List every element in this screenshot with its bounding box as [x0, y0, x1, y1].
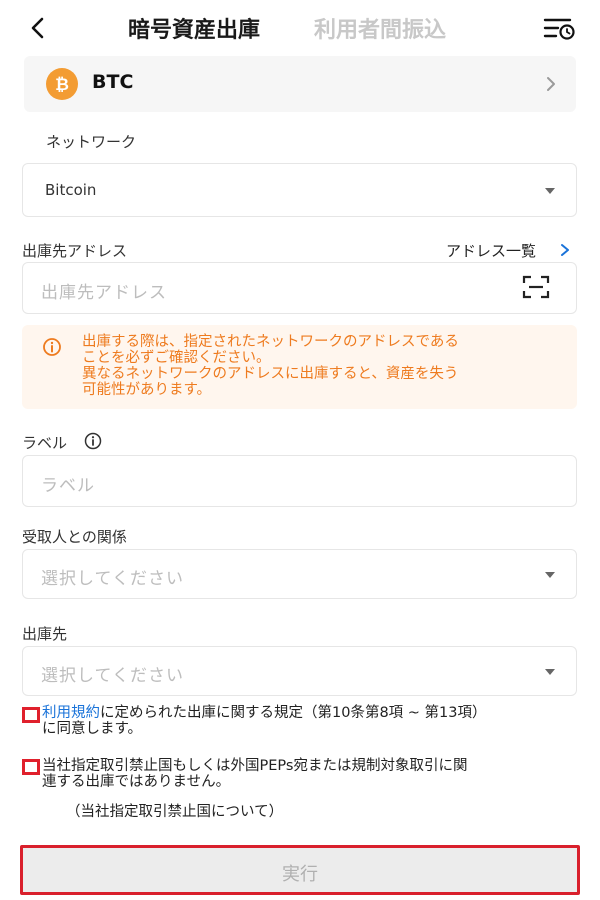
caret-down-icon: [545, 572, 555, 578]
destination-placeholder: 選択してください: [41, 666, 184, 686]
sanction-text-line-1: 当社指定取引禁止国もしくは外国PEPs宛または規制対象取引に関: [42, 758, 468, 774]
history-filter-icon[interactable]: [542, 14, 576, 42]
destination-label: 出庫先: [22, 625, 68, 643]
header: 暗号資産出庫 利用者間振込: [0, 0, 600, 58]
terms-text-line-1: に定められた出庫に関する規定（第10条第8項 ~ 第13項）: [100, 705, 487, 721]
chevron-right-icon: [547, 77, 555, 91]
relation-select[interactable]: 選択してください: [22, 549, 577, 599]
sanction-text-line-2: 連する出庫ではありません。: [42, 774, 231, 790]
network-select[interactable]: Bitcoin: [22, 163, 577, 217]
tab-user-transfer[interactable]: 利用者間振込: [314, 12, 446, 44]
terms-link[interactable]: 利用規約: [42, 705, 100, 721]
svg-text:₿: ₿: [55, 75, 69, 95]
caret-down-icon: [545, 188, 555, 194]
chevron-right-icon[interactable]: [560, 243, 570, 257]
terms-text-line-2: に同意します。: [42, 721, 143, 737]
info-icon[interactable]: [84, 432, 102, 450]
address-input[interactable]: 出庫先アドレス: [22, 262, 577, 314]
sanction-agreement-text: 当社指定取引禁止国もしくは外国PEPs宛または規制対象取引に関 連する出庫ではあ…: [42, 758, 577, 790]
address-placeholder: 出庫先アドレス: [41, 283, 167, 303]
relation-label: 受取人との関係: [22, 528, 127, 546]
network-warning: 出庫する際は、指定されたネットワークのアドレスである ことを必ずご確認ください。…: [22, 325, 577, 409]
asset-selector[interactable]: ₿ BTC: [24, 56, 576, 112]
asset-name: BTC: [92, 71, 134, 93]
execute-button[interactable]: 実行: [20, 845, 580, 895]
execute-button-label: 実行: [282, 864, 318, 885]
warning-text: 出庫する際は、指定されたネットワークのアドレスである ことを必ずご確認ください。…: [82, 334, 459, 398]
bitcoin-icon: ₿: [46, 68, 78, 100]
destination-select[interactable]: 選択してください: [22, 646, 577, 696]
label-field-label: ラベル: [22, 434, 68, 452]
caret-down-icon: [545, 669, 555, 675]
terms-checkbox[interactable]: [22, 707, 40, 723]
tab-crypto-withdrawal[interactable]: 暗号資産出庫: [128, 12, 260, 44]
network-label: ネットワーク: [46, 133, 137, 151]
sanction-checkbox[interactable]: [22, 759, 40, 775]
chevron-left-icon[interactable]: [24, 14, 52, 42]
sanction-country-link[interactable]: （当社指定取引禁止国について）: [66, 800, 283, 821]
network-value: Bitcoin: [45, 181, 97, 199]
relation-placeholder: 選択してください: [41, 569, 184, 589]
qr-scan-icon[interactable]: [522, 275, 550, 299]
terms-agreement-text: 利用規約に定められた出庫に関する規定（第10条第8項 ~ 第13項） に同意しま…: [42, 705, 577, 737]
label-placeholder: ラベル: [41, 476, 95, 496]
info-circle-icon: [43, 338, 61, 356]
address-label: 出庫先アドレス: [22, 242, 128, 260]
label-input[interactable]: ラベル: [22, 455, 577, 507]
address-list-link[interactable]: アドレス一覧: [446, 240, 536, 261]
